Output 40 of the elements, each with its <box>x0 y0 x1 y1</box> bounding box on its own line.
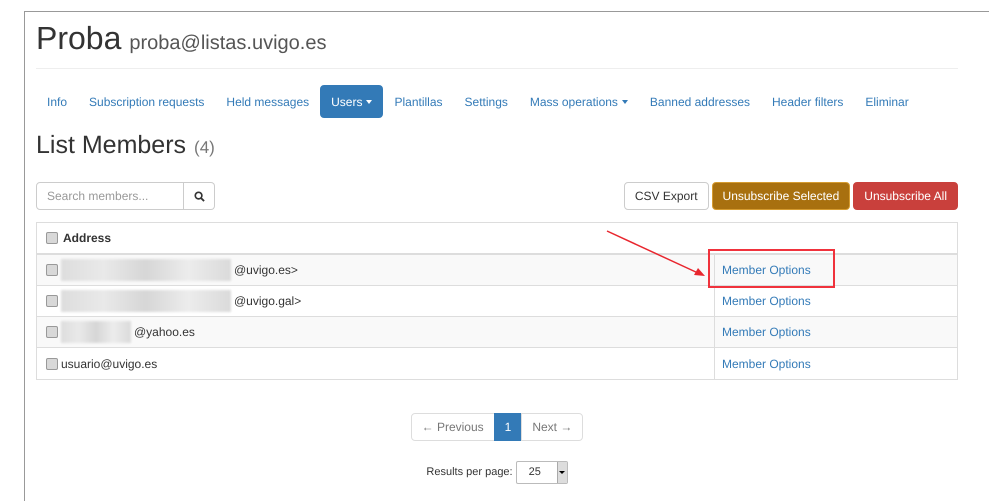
list-title: Proba <box>36 22 122 54</box>
export-button[interactable]: CSV Export <box>624 182 709 210</box>
nav-tab[interactable]: Settings <box>454 85 519 118</box>
caret-icon <box>559 471 566 474</box>
per-page-select[interactable]: 25 <box>516 461 568 484</box>
checkbox[interactable] <box>46 264 58 276</box>
nav-tab[interactable]: Users <box>320 85 384 118</box>
search-button[interactable] <box>184 182 215 210</box>
checkbox[interactable] <box>46 326 58 338</box>
member-address: @yahoo.es <box>134 324 195 341</box>
search-icon <box>194 190 204 202</box>
nav-tab[interactable]: Plantillas <box>383 85 454 118</box>
checkbox[interactable] <box>46 295 58 307</box>
member-count: (4) <box>194 139 215 156</box>
search-field[interactable]: Search members... <box>36 182 184 210</box>
nav-tab[interactable]: Header filters <box>761 85 854 118</box>
member-address: @uvigo.es> <box>234 262 298 279</box>
nav-tab[interactable]: Eliminar <box>854 85 920 118</box>
member-options-link[interactable]: Member Options <box>722 261 811 279</box>
checkbox[interactable] <box>46 358 58 370</box>
page-link[interactable]: 1 <box>494 413 522 441</box>
checkbox[interactable] <box>46 232 58 244</box>
page-link[interactable]: ← Previous <box>410 413 495 441</box>
nav-tab[interactable]: Banned addresses <box>638 85 761 118</box>
unsubscribe-button[interactable]: Unsubscribe Selected <box>712 182 850 210</box>
member-address: @uvigo.gal> <box>234 293 302 310</box>
member-address: usuario@uvigo.es <box>61 356 158 372</box>
page-link[interactable]: Next → <box>521 413 584 441</box>
member-options-link[interactable]: Member Options <box>722 323 811 341</box>
nav-tab[interactable]: Subscription requests <box>78 85 216 118</box>
list-address: proba@listas.uvigo.es <box>129 33 326 53</box>
column-header: Address <box>63 230 112 247</box>
page-heading: List Members <box>36 133 186 158</box>
results-per-page-label: Results per page: <box>426 465 513 480</box>
member-options-link[interactable]: Member Options <box>722 292 811 310</box>
nav-tab[interactable]: Info <box>36 85 78 118</box>
nav-tab[interactable]: Mass operations <box>518 85 639 118</box>
member-options-link[interactable]: Member Options <box>722 354 811 372</box>
nav-tab[interactable]: Held messages <box>215 85 320 118</box>
unsubscribe-button[interactable]: Unsubscribe All <box>853 182 958 210</box>
